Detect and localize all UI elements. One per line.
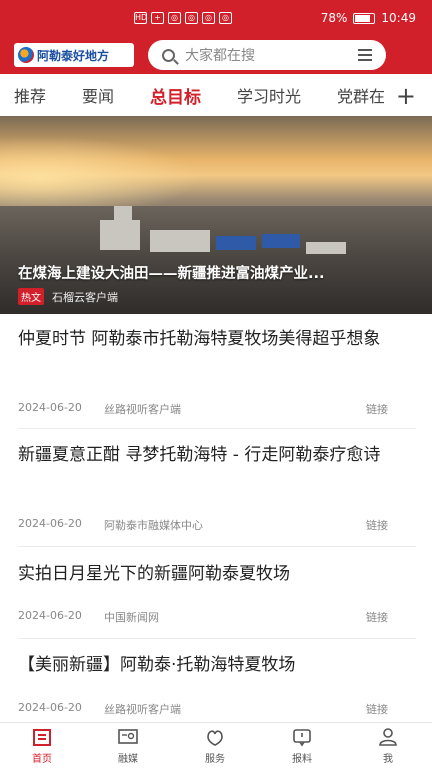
tab-general-goal[interactable]: 总目标 (150, 83, 201, 108)
nav-label: 我 (383, 754, 393, 765)
profile-icon (379, 728, 397, 746)
news-date: 2024-06-20 (18, 609, 82, 622)
app-icon: ◎ (185, 12, 198, 24)
logo-text: 阿勒泰好地方 (37, 48, 110, 63)
search-icon (162, 48, 175, 62)
battery-percent: 78% (320, 11, 348, 25)
nav-media[interactable]: 融媒 (98, 727, 158, 765)
bottom-nav: 首页 融媒 服务 报料 我 (0, 722, 432, 768)
plus-icon: + (151, 12, 164, 24)
tab-news[interactable]: 要闻 (82, 83, 114, 107)
nav-label: 服务 (205, 754, 225, 765)
divider (18, 638, 416, 639)
news-link[interactable]: 链接 (366, 401, 388, 417)
nav-report[interactable]: 报料 (272, 727, 332, 765)
divider (18, 546, 416, 547)
news-link[interactable]: 链接 (366, 517, 388, 533)
hot-tag: 热文 (18, 288, 44, 305)
add-channel-icon[interactable]: + (389, 82, 416, 110)
news-item[interactable]: 仲夏时节 阿勒泰市托勒海特夏牧场美得超乎想象 (18, 326, 416, 352)
news-link[interactable]: 链接 (366, 609, 388, 625)
news-date: 2024-06-20 (18, 517, 82, 530)
channel-tabs: 推荐 要闻 总目标 学习时光 党群在 + (0, 74, 432, 116)
clock: 10:49 (381, 11, 416, 25)
nav-label: 首页 (32, 754, 52, 765)
news-title[interactable]: 新疆夏意正酣 寻梦托勒海特 - 行走阿勒泰疗愈诗 (18, 442, 416, 468)
nav-service[interactable]: 服务 (185, 727, 245, 765)
app-icon: ◎ (202, 12, 215, 24)
news-item[interactable]: 【美丽新疆】阿勒泰·托勒海特夏牧场 (18, 652, 416, 678)
news-item[interactable]: 新疆夏意正酣 寻梦托勒海特 - 行走阿勒泰疗愈诗 (18, 442, 416, 468)
nav-profile[interactable]: 我 (358, 727, 418, 765)
home-icon (33, 729, 51, 746)
news-source: 阿勒泰市融媒体中心 (104, 519, 203, 532)
menu-icon[interactable] (358, 49, 372, 61)
news-date: 2024-06-20 (18, 401, 82, 414)
nav-label: 报料 (292, 754, 312, 765)
app-header: 阿勒泰好地方 大家都在搜 (0, 36, 432, 74)
search-bar[interactable]: 大家都在搜 (148, 40, 386, 70)
hd-icon: HD (134, 12, 148, 24)
nav-home[interactable]: 首页 (12, 727, 72, 765)
search-input[interactable]: 大家都在搜 (185, 45, 255, 65)
news-source: 丝路视听客户端 (104, 703, 181, 716)
service-icon (207, 730, 223, 746)
status-icons: HD + ◎ ◎ ◎ ◎ (134, 12, 232, 24)
hero-sky (0, 136, 200, 206)
media-icon (118, 729, 138, 744)
hero-title[interactable]: 在煤海上建设大油田——新疆推进富油煤产业... (18, 262, 325, 283)
hero-plant-image (100, 200, 360, 260)
tab-party-mass[interactable]: 党群在 (337, 83, 385, 107)
battery-icon (353, 12, 376, 24)
news-source: 丝路视听客户端 (104, 403, 181, 416)
news-title[interactable]: 实拍日月星光下的新疆阿勒泰夏牧场 (18, 561, 416, 587)
logo-icon (18, 47, 34, 63)
tab-recommend[interactable]: 推荐 (14, 83, 46, 107)
news-date: 2024-06-20 (18, 701, 82, 714)
tab-study-time[interactable]: 学习时光 (237, 83, 301, 107)
nav-label: 融媒 (118, 754, 138, 765)
news-title[interactable]: 【美丽新疆】阿勒泰·托勒海特夏牧场 (18, 652, 416, 678)
news-item[interactable]: 实拍日月星光下的新疆阿勒泰夏牧场 (18, 561, 416, 587)
app-icon: ◎ (219, 12, 232, 24)
report-icon (293, 729, 311, 747)
status-bar: HD + ◎ ◎ ◎ ◎ 78% 10:49 (0, 0, 432, 36)
hero-source: 石榴云客户端 (52, 290, 118, 304)
app-icon: ◎ (168, 12, 181, 24)
news-link[interactable]: 链接 (366, 701, 388, 717)
divider (18, 428, 416, 429)
hero-banner[interactable]: 在煤海上建设大油田——新疆推进富油煤产业... 热文 石榴云客户端 (0, 116, 432, 314)
news-title[interactable]: 仲夏时节 阿勒泰市托勒海特夏牧场美得超乎想象 (18, 326, 416, 352)
app-logo[interactable]: 阿勒泰好地方 (14, 43, 134, 67)
news-source: 中国新闻网 (104, 611, 159, 624)
